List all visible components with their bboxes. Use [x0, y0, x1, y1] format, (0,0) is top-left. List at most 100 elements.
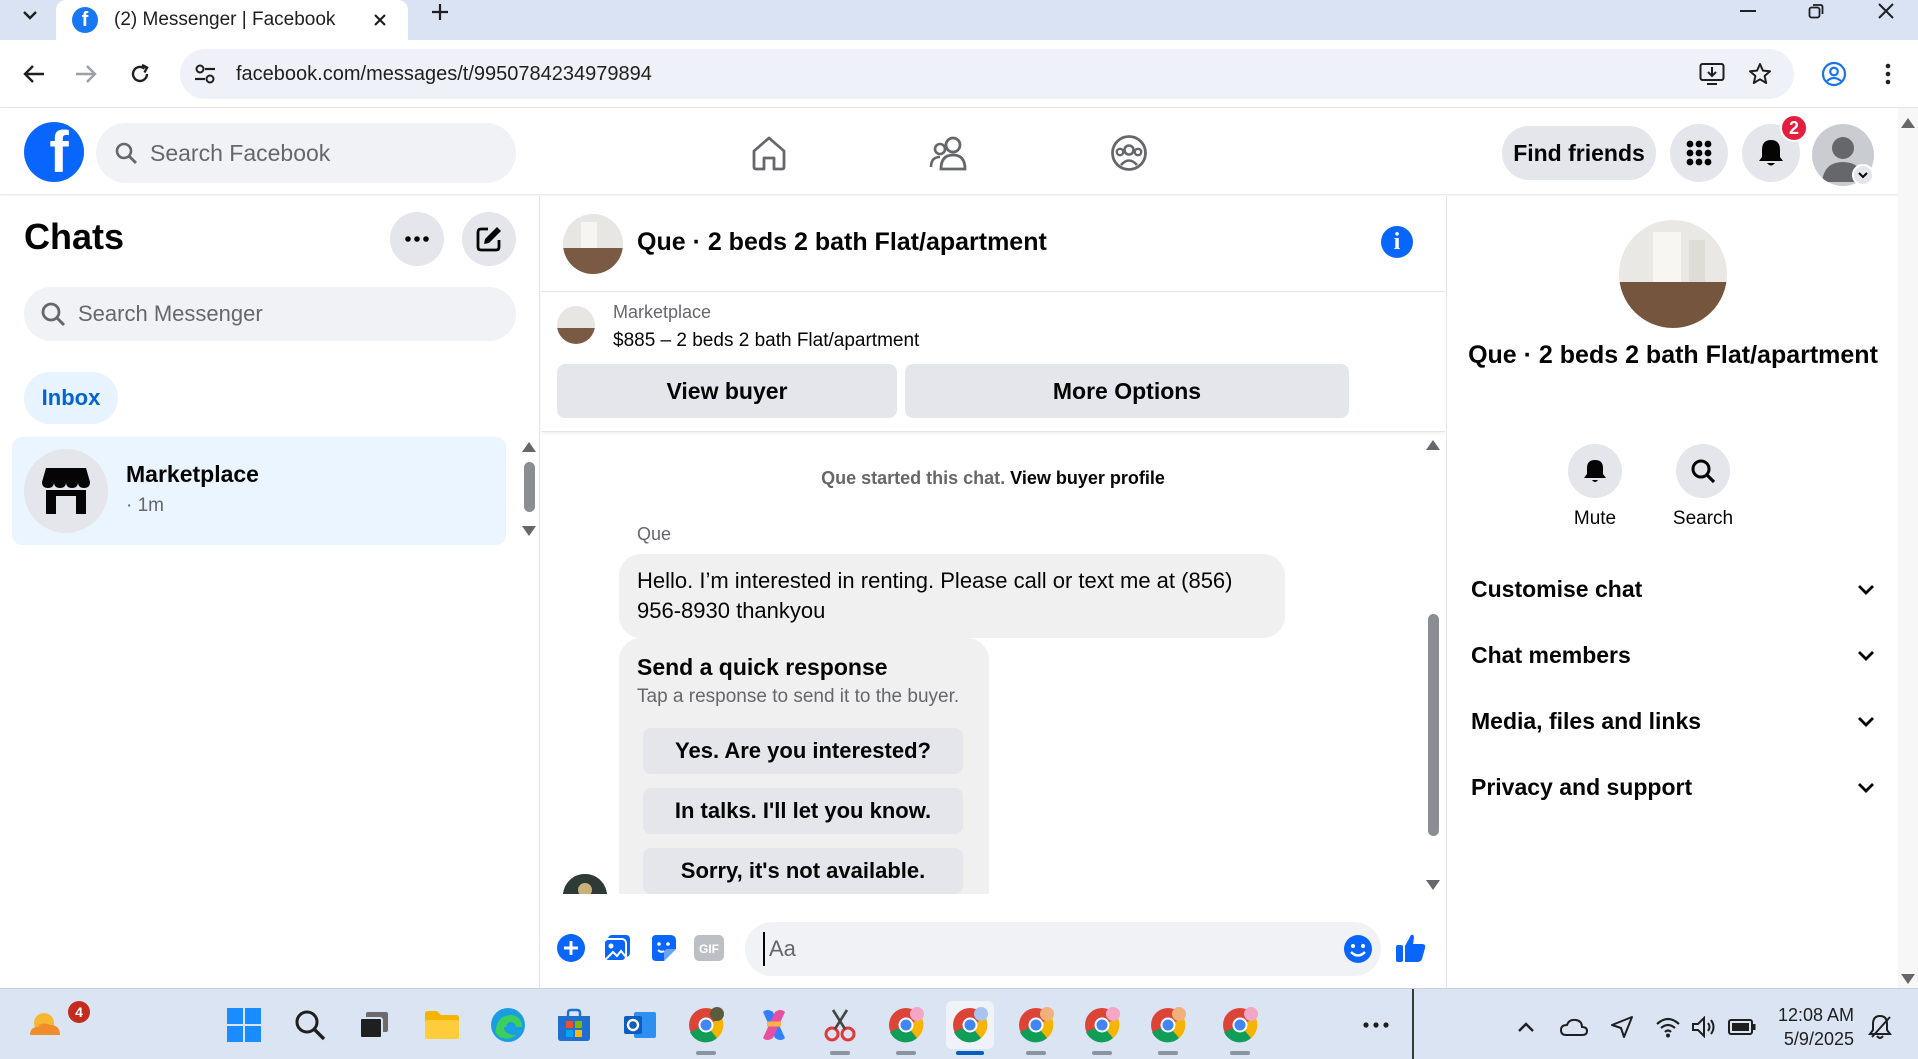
chats-options-button[interactable]: [390, 212, 444, 266]
new-tab-button[interactable]: [424, 0, 456, 24]
browser-menu-button[interactable]: [1870, 56, 1906, 92]
tab-search-dropdown-button[interactable]: [10, 0, 50, 30]
chrome-profile-button[interactable]: [1012, 1001, 1060, 1055]
facebook-search-input[interactable]: [150, 139, 470, 167]
new-message-button[interactable]: [462, 212, 516, 266]
chat-list-scrollbar[interactable]: [520, 442, 538, 542]
messenger-search[interactable]: [24, 287, 516, 341]
browser-tab-active[interactable]: f (2) Messenger | Facebook: [56, 0, 408, 40]
tab-close-button[interactable]: [368, 8, 392, 32]
find-friends-button[interactable]: Find friends: [1502, 126, 1656, 180]
quick-response-option[interactable]: In talks. I'll let you know.: [643, 788, 963, 834]
listing-thumbnail[interactable]: [557, 306, 595, 344]
menu-grid-button[interactable]: [1670, 124, 1728, 182]
conversation-info-icon[interactable]: i: [1381, 226, 1413, 258]
bell-icon: [1584, 460, 1606, 482]
file-explorer-button[interactable]: [418, 1001, 466, 1049]
nav-home-tab[interactable]: [742, 126, 796, 180]
scroll-down-arrow-icon[interactable]: [522, 526, 536, 536]
chat-list-item[interactable]: Marketplace · 1m: [12, 437, 506, 545]
microsoft-store-button[interactable]: [550, 1001, 598, 1049]
copilot-button[interactable]: [750, 1001, 798, 1049]
window-restore-button[interactable]: [1788, 0, 1844, 22]
friends-icon: [929, 136, 967, 171]
quick-response-option[interactable]: Yes. Are you interested?: [643, 728, 963, 774]
mute-action[interactable]: Mute: [1555, 444, 1635, 530]
bookmark-button[interactable]: [1742, 56, 1778, 92]
forward-button[interactable]: [68, 56, 104, 92]
scroll-up-arrow-icon[interactable]: [522, 442, 536, 452]
facebook-search[interactable]: [96, 123, 516, 183]
sticker-button[interactable]: [645, 930, 681, 966]
system-clock[interactable]: 12:08 AM 5/9/2025: [1764, 1003, 1854, 1051]
message-input[interactable]: [763, 932, 1303, 966]
details-avatar[interactable]: [1619, 220, 1727, 328]
customise-chat-section[interactable]: Customise chat: [1471, 564, 1875, 614]
window-close-button[interactable]: [1858, 0, 1914, 22]
search-action[interactable]: Search: [1663, 444, 1743, 530]
scroll-up-arrow-icon[interactable]: [1901, 118, 1915, 128]
wifi-button[interactable]: [1654, 1013, 1682, 1041]
taskbar-overflow-button[interactable]: [1352, 1001, 1400, 1049]
start-button[interactable]: [220, 1001, 268, 1049]
snipping-tool-button[interactable]: [816, 1001, 864, 1055]
site-settings-icon[interactable]: [180, 64, 230, 84]
emoji-button[interactable]: [1343, 934, 1373, 964]
chrome-profile-button[interactable]: [882, 1001, 930, 1055]
install-app-button[interactable]: [1694, 56, 1730, 92]
weather-widget[interactable]: 4: [22, 1001, 90, 1049]
chrome-profile-button[interactable]: [682, 1001, 730, 1055]
show-hidden-icons-button[interactable]: [1512, 1013, 1540, 1041]
task-view-button[interactable]: [350, 1001, 398, 1049]
nav-friends-tab[interactable]: [922, 126, 976, 180]
task-view-icon: [359, 1012, 388, 1039]
edge-button[interactable]: [484, 1001, 532, 1049]
battery-button[interactable]: [1728, 1013, 1756, 1041]
taskbar-search-button[interactable]: [286, 1001, 334, 1049]
privacy-support-section[interactable]: Privacy and support: [1471, 762, 1875, 812]
location-button[interactable]: [1608, 1013, 1636, 1041]
media-files-links-section[interactable]: Media, files and links: [1471, 696, 1875, 746]
window-minimize-button[interactable]: [1720, 0, 1776, 22]
listing-avatar[interactable]: [563, 214, 623, 274]
message-input-wrapper[interactable]: [745, 922, 1381, 976]
scrollbar-thumb[interactable]: [1428, 614, 1439, 836]
view-buyer-profile-link[interactable]: View buyer profile: [1010, 468, 1165, 488]
notification-bell-dnd-icon: [1868, 1014, 1892, 1039]
chrome-profile-button[interactable]: [1144, 1001, 1192, 1055]
browser-profile-button[interactable]: [1816, 56, 1852, 92]
messenger-search-input[interactable]: [78, 301, 478, 327]
scrollbar-thumb[interactable]: [524, 462, 535, 512]
outlook-button[interactable]: [616, 1001, 664, 1049]
more-actions-button[interactable]: [553, 930, 589, 966]
chrome-profile-button[interactable]: [1216, 1001, 1264, 1055]
more-options-button[interactable]: More Options: [905, 364, 1349, 418]
thread-scrollbar[interactable]: [1423, 436, 1443, 894]
volume-button[interactable]: [1690, 1013, 1718, 1041]
scroll-down-arrow-icon[interactable]: [1426, 880, 1440, 890]
notification-center-button[interactable]: [1866, 1013, 1894, 1041]
page-scrollbar[interactable]: [1898, 108, 1918, 988]
onedrive-button[interactable]: [1560, 1013, 1588, 1041]
facebook-logo-icon[interactable]: f: [24, 122, 84, 182]
attach-media-button[interactable]: [599, 930, 635, 966]
gif-button[interactable]: GIF: [691, 930, 727, 966]
listing-price-title[interactable]: $885 – 2 beds 2 bath Flat/apartment: [613, 330, 919, 352]
mute-button[interactable]: [1568, 444, 1622, 498]
back-button[interactable]: [16, 56, 52, 92]
chrome-profile-button[interactable]: [1078, 1001, 1126, 1055]
send-like-button[interactable]: [1393, 930, 1429, 966]
view-buyer-button[interactable]: View buyer: [557, 364, 897, 418]
chat-members-section[interactable]: Chat members: [1471, 630, 1875, 680]
nav-groups-tab[interactable]: [1102, 126, 1156, 180]
address-bar[interactable]: facebook.com/messages/t/9950784234979894: [180, 49, 1794, 99]
quick-response-option[interactable]: Sorry, it's not available.: [643, 848, 963, 894]
scroll-up-arrow-icon[interactable]: [1426, 440, 1440, 450]
search-in-conversation-button[interactable]: [1676, 444, 1730, 498]
scroll-down-arrow-icon[interactable]: [1901, 974, 1915, 984]
account-menu-caret[interactable]: [1852, 164, 1874, 186]
inbox-filter-tab[interactable]: Inbox: [24, 372, 118, 424]
sender-avatar[interactable]: [563, 874, 607, 894]
chrome-profile-button-active[interactable]: [946, 1001, 994, 1055]
reload-button[interactable]: [122, 56, 158, 92]
